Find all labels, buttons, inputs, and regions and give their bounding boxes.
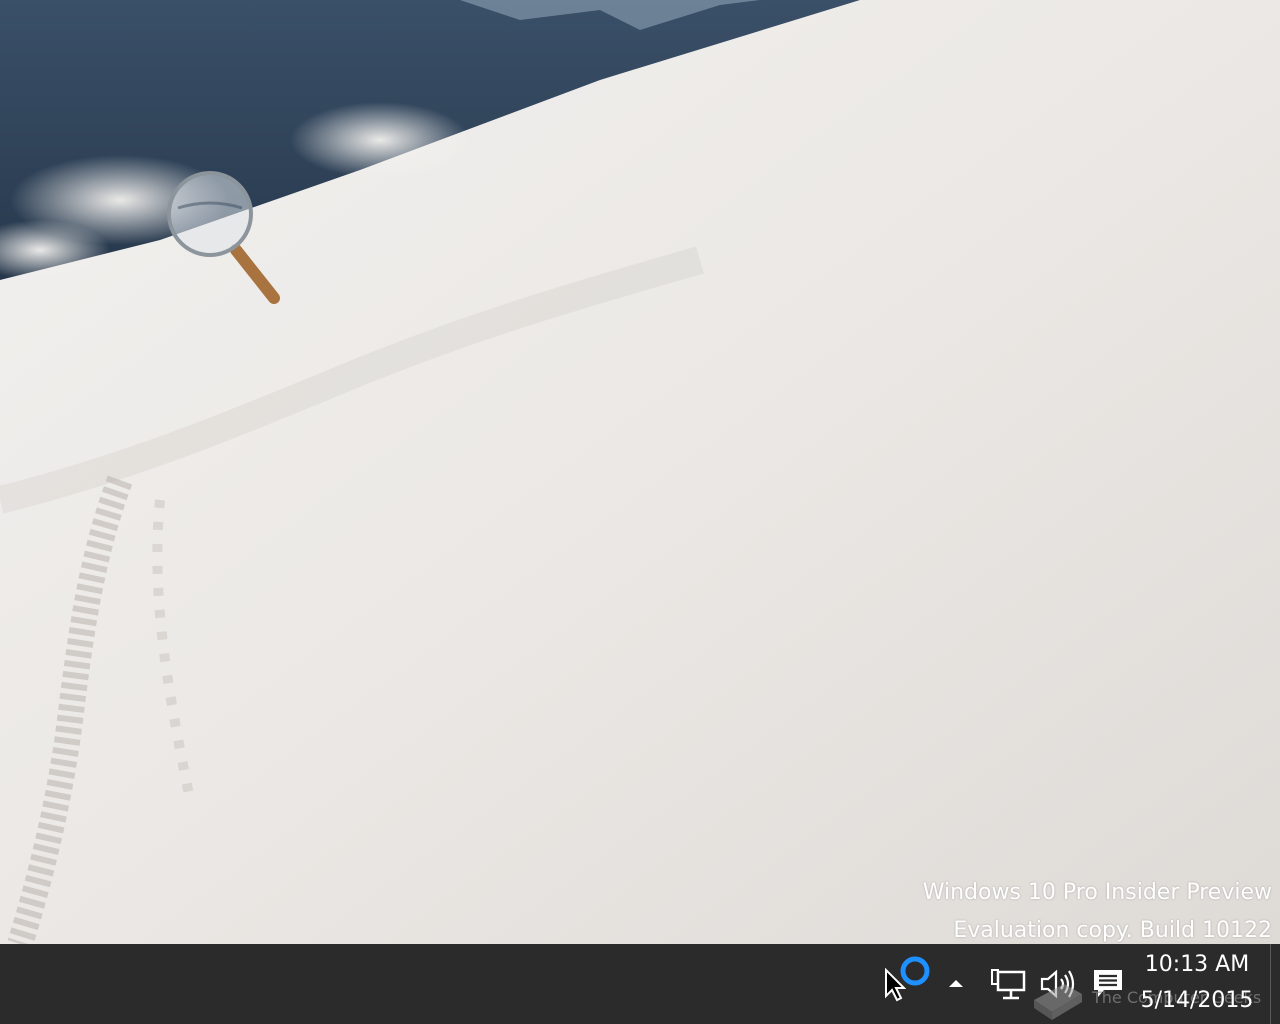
clock-date[interactable]: 5/14/2015 [1138, 988, 1256, 1013]
mouse-cursor-icon [885, 968, 906, 1002]
site-logo-icon [1034, 984, 1082, 1020]
wallpaper-snow-mountain [0, 0, 1280, 944]
clock-time[interactable]: 10:13 AM [1138, 952, 1256, 977]
taskbar[interactable]: The Computer Geeks 10:13 AM 5/14/2015 [0, 944, 1280, 1024]
windows-evaluation-watermark: Windows 10 Pro Insider Preview Evaluatio… [923, 874, 1272, 944]
watermark-line-1: Windows 10 Pro Insider Preview [922, 880, 1272, 905]
watermark-line-2: Evaluation copy. Build 10122 [953, 918, 1272, 943]
chevron-up-icon[interactable] [946, 976, 966, 990]
magnifier-icon[interactable] [164, 168, 288, 308]
network-icon[interactable] [990, 968, 1026, 1002]
show-desktop-button[interactable] [1270, 944, 1280, 1024]
desktop[interactable]: Windows 10 Pro Insider Preview Evaluatio… [0, 0, 1280, 944]
